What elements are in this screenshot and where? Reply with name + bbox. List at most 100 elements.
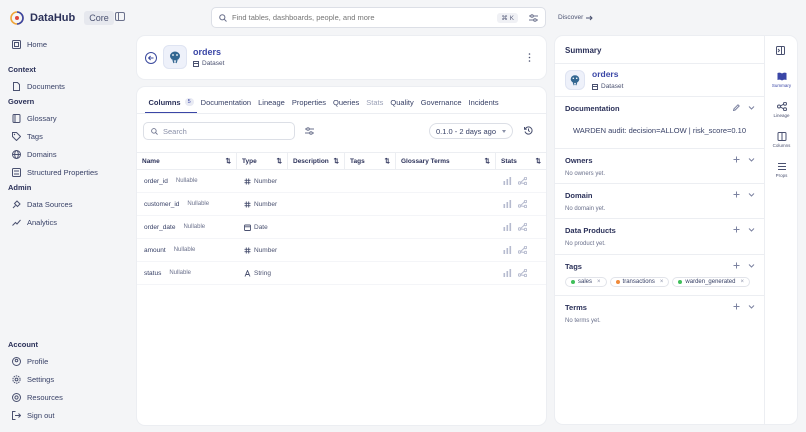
more-options-icon[interactable] <box>528 53 531 62</box>
globe-icon <box>12 149 21 159</box>
tab-columns[interactable]: Columns 5 <box>145 98 198 113</box>
nav-glossary-label: Glossary <box>27 113 57 123</box>
header-stats[interactable]: Stats ⇅ <box>496 153 546 169</box>
plus-icon[interactable] <box>733 303 740 310</box>
chevron-down-icon[interactable] <box>748 104 755 111</box>
bar-chart-icon[interactable] <box>503 177 512 185</box>
lineage-icon[interactable] <box>518 223 527 231</box>
header-glossary-terms[interactable]: Glossary Terms ⇅ <box>396 153 496 169</box>
bar-chart-icon[interactable] <box>503 223 512 231</box>
header-description[interactable]: Description ⇅ <box>288 153 345 169</box>
hash-icon <box>244 247 251 254</box>
header-tags[interactable]: Tags ⇅ <box>345 153 396 169</box>
nav-profile[interactable]: Profile <box>0 352 130 370</box>
tab-properties[interactable]: Properties <box>288 98 329 113</box>
table-row[interactable]: amount Nullable Number <box>137 239 546 262</box>
rail-props[interactable]: Props <box>765 162 798 178</box>
header-name[interactable]: Name ⇅ <box>137 153 237 169</box>
nav-analytics[interactable]: Analytics <box>0 213 130 231</box>
plus-icon[interactable] <box>733 226 740 233</box>
sort-icon[interactable]: ⇅ <box>536 157 541 165</box>
edit-icon[interactable] <box>733 104 740 111</box>
tab-quality[interactable]: Quality <box>387 98 417 113</box>
nav-resources[interactable]: Resources <box>0 388 130 406</box>
rail-props-label: Props <box>775 173 788 178</box>
lineage-icon[interactable] <box>518 246 527 254</box>
nav-domains[interactable]: Domains <box>0 145 130 163</box>
nav-structured-properties[interactable]: Structured Properties <box>0 163 130 181</box>
divider <box>555 148 764 149</box>
remove-tag-icon[interactable]: × <box>740 279 744 285</box>
bar-chart-icon[interactable] <box>503 200 512 208</box>
bar-chart-icon[interactable] <box>503 246 512 254</box>
entity-name[interactable]: orders <box>193 47 224 57</box>
filter-icon[interactable] <box>529 13 538 22</box>
nav-glossary[interactable]: Glossary <box>0 109 130 127</box>
bar-chart-icon[interactable] <box>503 269 512 277</box>
help-icon <box>12 392 21 402</box>
nav-sign-out[interactable]: Sign out <box>0 406 130 424</box>
nav-section-context: Context <box>8 65 36 74</box>
sort-icon[interactable]: ⇅ <box>385 157 390 165</box>
document-icon <box>13 81 20 91</box>
nav-tags[interactable]: Tags <box>0 127 130 145</box>
tab-lineage[interactable]: Lineage <box>255 98 289 113</box>
chevron-down-icon[interactable] <box>748 191 755 198</box>
tab-governance[interactable]: Governance <box>417 98 465 113</box>
lineage-icon[interactable] <box>518 269 527 277</box>
chevron-down-icon[interactable] <box>748 303 755 310</box>
nav-home[interactable]: Home <box>0 35 130 53</box>
tab-documentation[interactable]: Documentation <box>197 98 254 113</box>
sort-icon[interactable]: ⇅ <box>226 157 231 165</box>
sort-icon[interactable]: ⇅ <box>334 157 339 165</box>
lineage-icon[interactable] <box>518 177 527 185</box>
search-shortcut: ⌘ K <box>497 12 518 23</box>
rail-columns[interactable]: Columns <box>765 132 798 148</box>
back-button[interactable] <box>145 52 157 64</box>
nav-settings[interactable]: Settings <box>0 370 130 388</box>
lineage-icon[interactable] <box>518 200 527 208</box>
discover-link[interactable]: Discover <box>558 14 594 21</box>
remove-tag-icon[interactable]: × <box>660 279 664 285</box>
chevron-down-icon[interactable] <box>748 262 755 269</box>
sidebar-toggle-icon[interactable] <box>115 12 125 21</box>
plus-icon[interactable] <box>733 262 740 269</box>
nav-data-sources[interactable]: Data Sources <box>0 195 130 213</box>
nav-documents[interactable]: Documents <box>0 77 130 95</box>
tag-chip[interactable]: warden_generated × <box>672 277 750 287</box>
tab-stats[interactable]: Stats <box>363 98 387 113</box>
tag-color-dot <box>615 280 620 284</box>
sort-icon[interactable]: ⇅ <box>485 157 490 165</box>
tab-incidents[interactable]: Incidents <box>465 98 502 113</box>
chevron-down-icon[interactable] <box>748 226 755 233</box>
column-name: order_id <box>144 177 168 185</box>
arrow-left-icon <box>148 55 154 61</box>
table-row[interactable]: order_date Nullable Date <box>137 216 546 239</box>
header-type[interactable]: Type ⇅ <box>237 153 288 169</box>
header-stats-label: Stats <box>501 157 517 165</box>
table-row[interactable]: status Nullable String <box>137 262 546 285</box>
summary-entity-name[interactable]: orders <box>592 69 623 79</box>
rail-summary[interactable]: Summary <box>765 72 798 88</box>
tag-chip[interactable]: transactions × <box>609 277 670 287</box>
filter-icon[interactable] <box>305 127 314 135</box>
column-stats-cell <box>496 170 546 192</box>
schema-version-select[interactable]: 0.1.0 - 2 days ago <box>429 123 513 139</box>
columns-search-input[interactable]: Search <box>143 122 295 140</box>
global-search-input[interactable] <box>232 13 493 22</box>
tab-queries[interactable]: Queries <box>330 98 363 113</box>
close-panel-icon[interactable] <box>776 46 785 55</box>
history-icon[interactable] <box>524 126 533 135</box>
app-logo[interactable]: DataHub Core <box>10 11 114 25</box>
column-type: Number <box>254 200 278 208</box>
remove-tag-icon[interactable]: × <box>597 279 601 285</box>
plus-icon[interactable] <box>733 191 740 198</box>
plus-icon[interactable] <box>733 156 740 163</box>
sort-icon[interactable]: ⇅ <box>277 157 282 165</box>
table-row[interactable]: customer_id Nullable Number <box>137 193 546 216</box>
global-search-bar[interactable]: ⌘ K <box>211 7 546 28</box>
chevron-down-icon[interactable] <box>748 156 755 163</box>
rail-lineage[interactable]: Lineage <box>765 102 798 118</box>
table-row[interactable]: order_id Nullable Number <box>137 170 546 193</box>
tag-chip[interactable]: sales × <box>565 277 607 287</box>
